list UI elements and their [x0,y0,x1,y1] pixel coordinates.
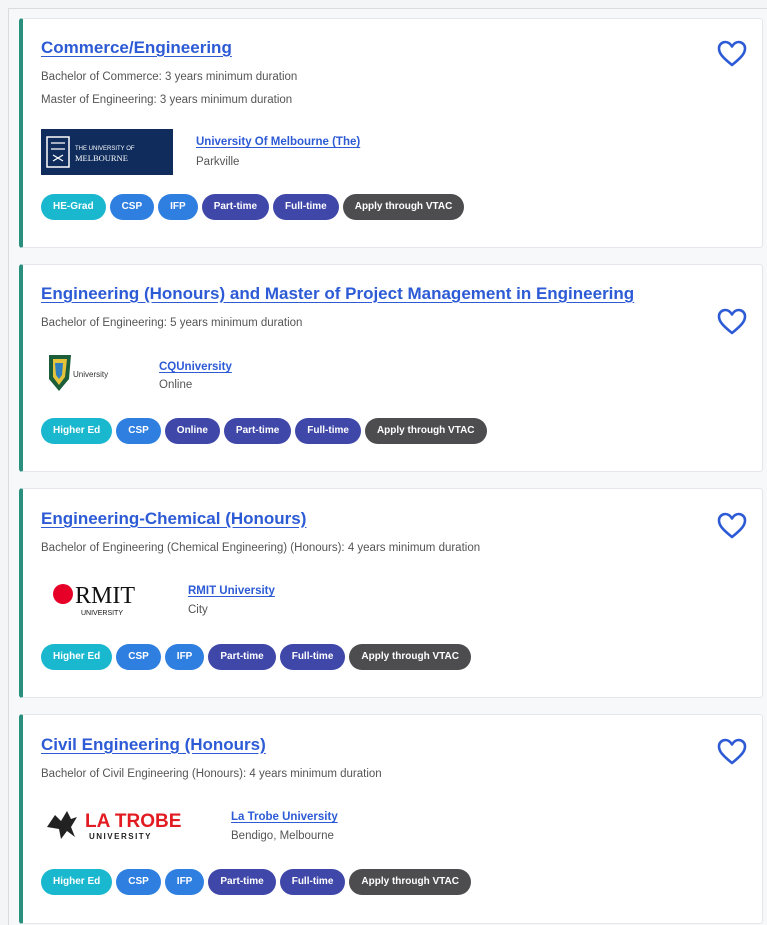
tag-full-time: Full-time [279,644,346,670]
logo-text: UNIVERSITY [89,832,152,841]
tag-apply-vtac: Apply through VTAC [342,194,465,220]
tag-part-time: Part-time [208,869,276,895]
tag-ifp: IFP [158,194,198,220]
course-card: Civil Engineering (Honours) Bachelor of … [19,714,763,924]
course-detail: Bachelor of Engineering: 5 years minimum… [41,317,303,329]
course-title-link[interactable]: Engineering (Honours) and Master of Proj… [41,284,634,304]
tag-csp: CSP [116,418,161,444]
campus-label: Parkville [196,156,240,168]
tag-online: Online [164,418,220,444]
tag-csp: CSP [116,644,161,670]
tag-full-time: Full-time [273,194,339,220]
logo-text: LA TROBE [85,811,181,832]
heart-outline-icon[interactable] [716,511,748,541]
tag-he-grad: HE-Grad [41,194,106,220]
logo-text: UNIVERSITY [81,610,123,617]
course-card: Commerce/Engineering Bachelor of Commerc… [19,18,763,248]
tag-ifp: IFP [164,644,205,670]
logo-text: University [73,370,108,379]
tag-list: Higher Ed CSP IFP Part-time Full-time Ap… [41,644,471,670]
university-link[interactable]: CQUniversity [159,361,232,373]
course-title-link[interactable]: Engineering-Chemical (Honours) [41,509,306,529]
tag-apply-vtac: Apply through VTAC [364,418,487,444]
university-logo: RMIT UNIVERSITY [41,577,161,621]
tag-ifp: IFP [164,869,205,895]
heart-outline-icon[interactable] [716,39,748,69]
course-card: Engineering-Chemical (Honours) Bachelor … [19,488,763,698]
university-link[interactable]: University Of Melbourne (The) [196,136,360,148]
course-detail: Bachelor of Civil Engineering (Honours):… [41,768,382,780]
university-link[interactable]: La Trobe University [231,811,338,823]
university-link[interactable]: RMIT University [188,585,275,597]
tag-apply-vtac: Apply through VTAC [349,869,471,895]
heart-outline-icon[interactable] [716,307,748,337]
course-card: Engineering (Honours) and Master of Proj… [19,264,763,472]
tag-part-time: Part-time [201,194,270,220]
course-title-link[interactable]: Civil Engineering (Honours) [41,735,266,755]
tag-higher-ed: Higher Ed [41,869,113,895]
course-detail: Bachelor of Commerce: 3 years minimum du… [41,71,298,83]
tag-full-time: Full-time [279,869,346,895]
campus-label: Bendigo, Melbourne [231,830,334,842]
tag-csp: CSP [116,869,161,895]
campus-label: Online [159,379,193,391]
heart-outline-icon[interactable] [716,737,748,767]
tag-higher-ed: Higher Ed [41,644,113,670]
course-detail: Bachelor of Engineering (Chemical Engine… [41,542,481,554]
tag-list: Higher Ed CSP IFP Part-time Full-time Ap… [41,869,471,895]
logo-text: RMIT [75,583,135,609]
university-logo: LA TROBE UNIVERSITY [41,803,211,847]
logo-text: THE UNIVERSITY OF [75,146,135,152]
tag-csp: CSP [109,194,155,220]
course-title-link[interactable]: Commerce/Engineering [41,38,232,58]
tag-list: HE-Grad CSP IFP Part-time Full-time Appl… [41,194,465,220]
tag-apply-vtac: Apply through VTAC [349,644,471,670]
tag-list: Higher Ed CSP Online Part-time Full-time… [41,418,487,444]
tag-higher-ed: Higher Ed [41,418,113,444]
logo-text: MELBOURNE [75,153,128,163]
university-logo: THE UNIVERSITY OF MELBOURNE [41,129,173,175]
tag-part-time: Part-time [208,644,276,670]
tag-full-time: Full-time [295,418,361,444]
university-logo: University [41,349,131,399]
campus-label: City [188,604,208,616]
tag-part-time: Part-time [223,418,292,444]
course-detail: Master of Engineering: 3 years minimum d… [41,94,293,106]
